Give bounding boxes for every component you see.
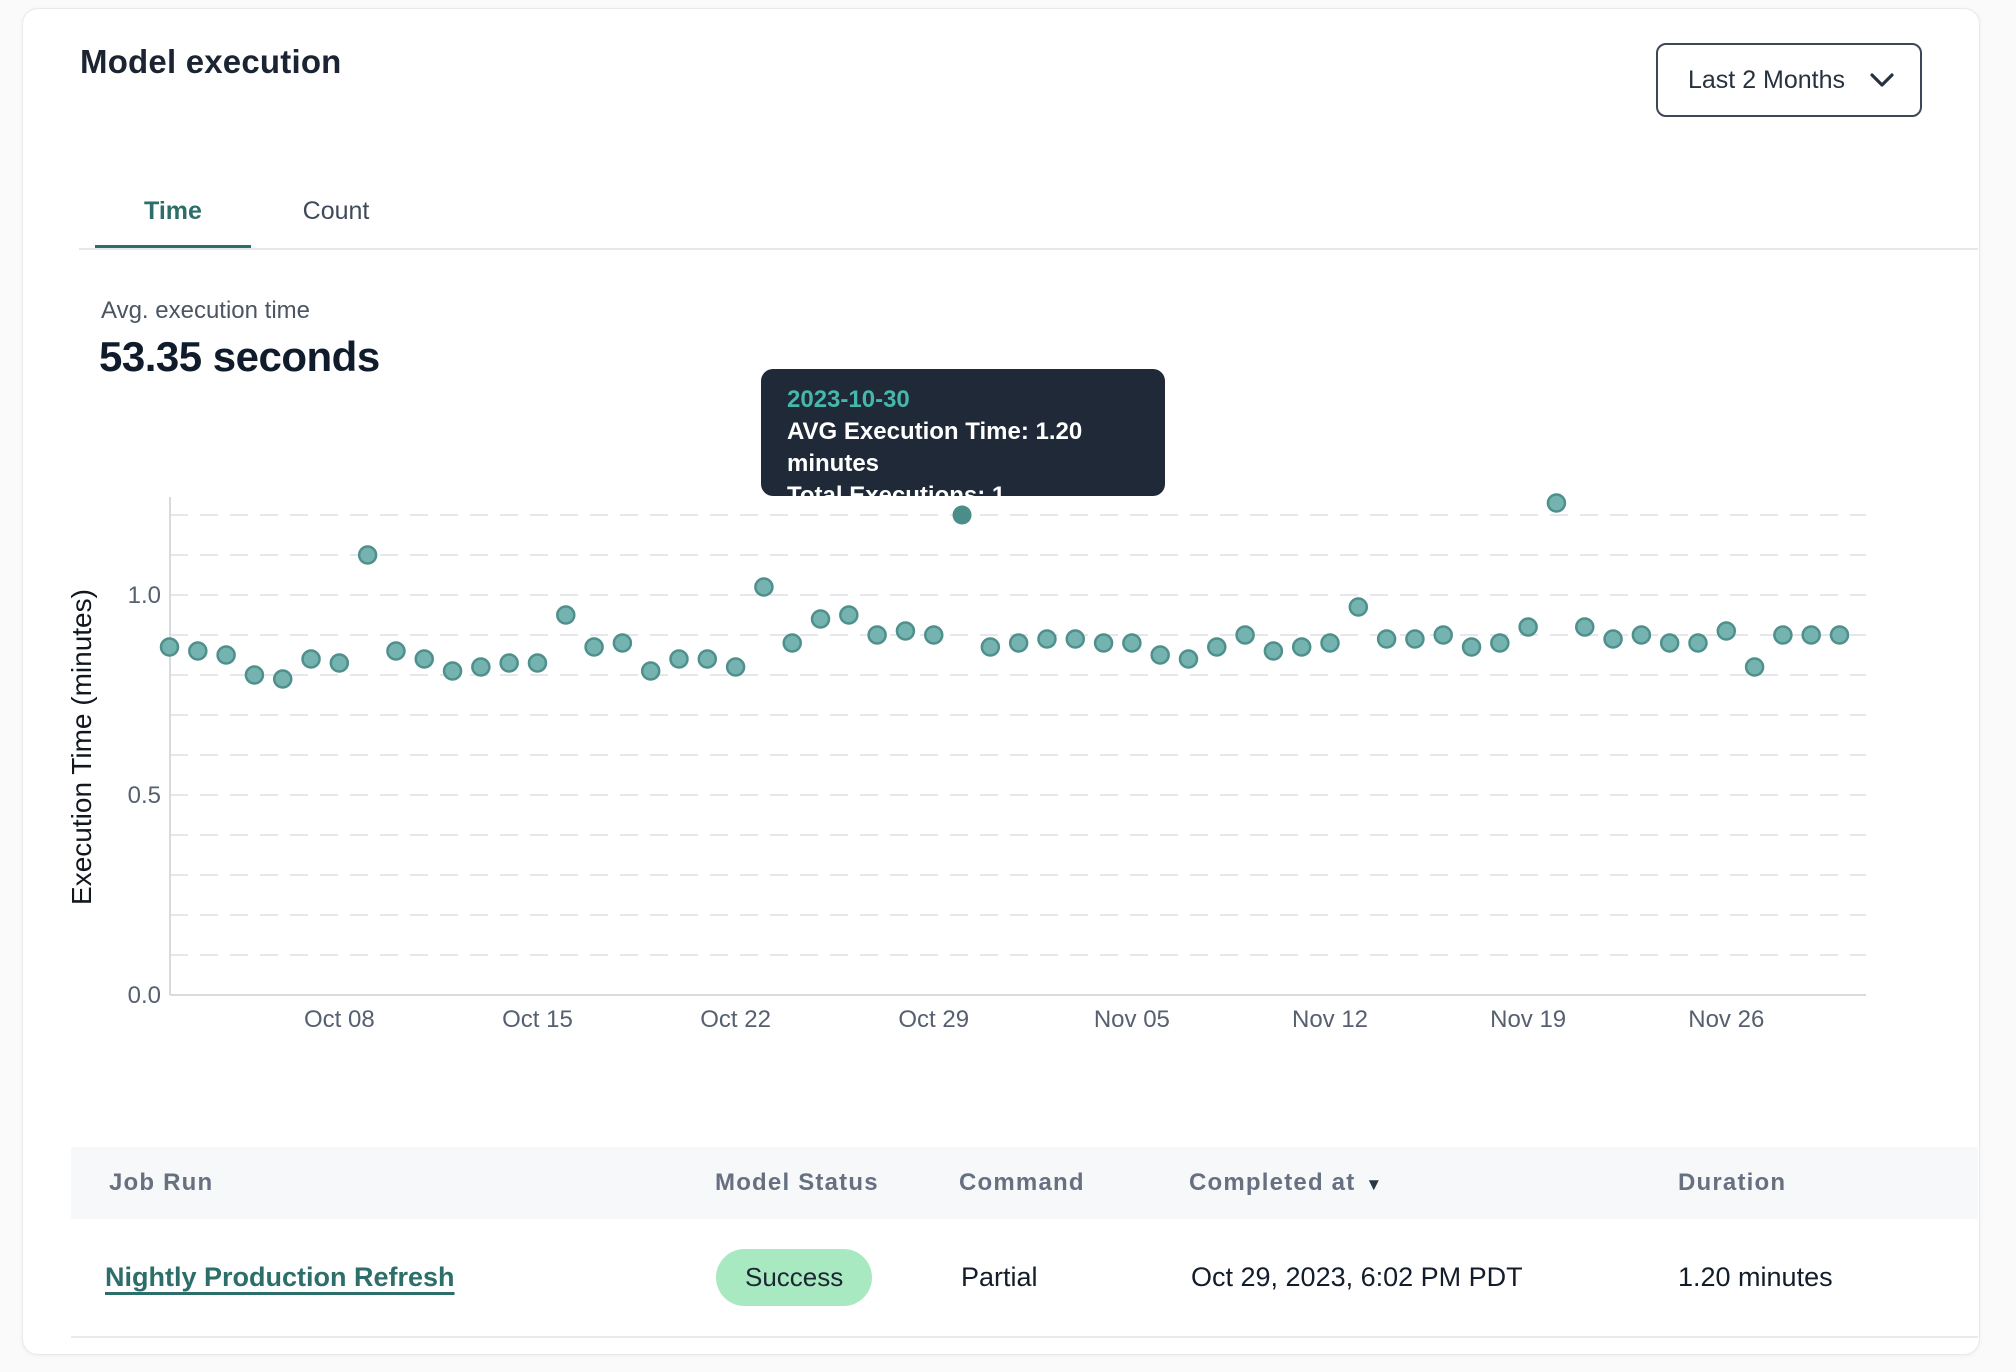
col-header-completed-at[interactable]: Completed at▼: [1189, 1147, 1382, 1219]
data-point[interactable]: [784, 635, 801, 652]
data-point[interactable]: [1746, 659, 1763, 676]
x-tick-label: Nov 19: [1490, 1006, 1566, 1033]
data-point[interactable]: [755, 579, 772, 596]
x-tick-label: Nov 05: [1094, 1006, 1170, 1033]
tooltip-date: 2023-10-30: [787, 384, 1139, 416]
data-point[interactable]: [840, 607, 857, 624]
data-point[interactable]: [1831, 627, 1848, 644]
chart-tabs: Time Count: [95, 187, 421, 245]
data-point[interactable]: [586, 639, 603, 656]
data-point[interactable]: [1491, 635, 1508, 652]
data-point[interactable]: [444, 663, 461, 680]
execution-time-scatter-chart: 0.0 0.5 1.0 Oct 08 Oct 15 Oct 22 Oct 29 Nov 05 N…: [23, 449, 2016, 1059]
data-point[interactable]: [1463, 639, 1480, 656]
y-tick-label: 1.0: [128, 582, 161, 609]
date-range-value: Last 2 Months: [1688, 66, 1845, 95]
data-point[interactable]: [246, 667, 263, 684]
data-point[interactable]: [218, 647, 235, 664]
data-point[interactable]: [359, 547, 376, 564]
data-point[interactable]: [1067, 631, 1084, 648]
data-point[interactable]: [1774, 627, 1791, 644]
tabs-divider: [79, 248, 1978, 250]
job-run-link[interactable]: Nightly Production Refresh: [105, 1262, 455, 1292]
x-tick-label: Oct 29: [898, 1006, 969, 1033]
data-point[interactable]: [1010, 635, 1027, 652]
data-point[interactable]: [642, 663, 659, 680]
y-axis-title: Execution Time (minutes): [66, 589, 97, 905]
x-tick-label: Nov 12: [1292, 1006, 1368, 1033]
data-point[interactable]: [303, 651, 320, 668]
status-badge: Success: [716, 1249, 872, 1306]
col-header-command: Command: [959, 1147, 1085, 1219]
x-tick-label: Oct 15: [502, 1006, 573, 1033]
data-point[interactable]: [501, 655, 518, 672]
data-point[interactable]: [1293, 639, 1310, 656]
data-point[interactable]: [812, 611, 829, 628]
data-point[interactable]: [1322, 635, 1339, 652]
col-header-duration: Duration: [1678, 1147, 1786, 1219]
data-point[interactable]: [1576, 619, 1593, 636]
data-point[interactable]: [699, 651, 716, 668]
avg-execution-time-value: 53.35 seconds: [99, 333, 380, 381]
col-header-model-status: Model Status: [715, 1147, 879, 1219]
data-point[interactable]: [982, 639, 999, 656]
date-range-dropdown[interactable]: Last 2 Months: [1656, 43, 1922, 117]
data-point[interactable]: [1605, 631, 1622, 648]
model-execution-card: Model execution Last 2 Months Time Count…: [22, 8, 1980, 1355]
data-point[interactable]: [331, 655, 348, 672]
data-point[interactable]: [1406, 631, 1423, 648]
x-tick-label: Nov 26: [1688, 1006, 1764, 1033]
data-point[interactable]: [1661, 635, 1678, 652]
data-point[interactable]: [1689, 635, 1706, 652]
data-point[interactable]: [1123, 635, 1140, 652]
y-tick-label: 0.5: [128, 782, 161, 809]
data-point[interactable]: [1208, 639, 1225, 656]
data-point[interactable]: [869, 627, 886, 644]
tab-count[interactable]: Count: [251, 187, 421, 245]
data-point[interactable]: [1095, 635, 1112, 652]
data-point[interactable]: [161, 639, 178, 656]
data-point[interactable]: [189, 643, 206, 660]
chevron-down-icon: [1870, 73, 1894, 88]
data-point[interactable]: [1803, 627, 1820, 644]
y-tick-label: 0.0: [128, 982, 161, 1009]
data-point[interactable]: [1633, 627, 1650, 644]
data-point[interactable]: [670, 651, 687, 668]
data-point[interactable]: [416, 651, 433, 668]
data-point[interactable]: [1520, 619, 1537, 636]
data-point[interactable]: [387, 643, 404, 660]
data-point[interactable]: [1237, 627, 1254, 644]
data-point[interactable]: [557, 607, 574, 624]
data-point[interactable]: [1548, 495, 1565, 512]
duration-cell: 1.20 minutes: [1678, 1219, 1833, 1336]
page-title: Model execution: [80, 43, 342, 81]
table-row: Nightly Production Refresh Success Parti…: [71, 1219, 1978, 1338]
tab-time[interactable]: Time: [95, 187, 251, 245]
data-point[interactable]: [1350, 599, 1367, 616]
avg-execution-time-label: Avg. execution time: [101, 297, 310, 325]
data-point[interactable]: [1152, 647, 1169, 664]
model-execution-page: Model execution Last 2 Months Time Count…: [0, 0, 2016, 1372]
data-point[interactable]: [925, 627, 942, 644]
data-point[interactable]: [274, 671, 291, 688]
col-header-job-run: Job Run: [109, 1147, 213, 1219]
x-tick-label: Oct 08: [304, 1006, 375, 1033]
completed-at-cell: Oct 29, 2023, 6:02 PM PDT: [1191, 1219, 1523, 1336]
data-point[interactable]: [1718, 623, 1735, 640]
data-point[interactable]: [897, 623, 914, 640]
data-point[interactable]: [1180, 651, 1197, 668]
data-point[interactable]: [614, 635, 631, 652]
data-point[interactable]: [1435, 627, 1452, 644]
sort-desc-icon: ▼: [1365, 1175, 1382, 1194]
data-point[interactable]: [472, 659, 489, 676]
data-point[interactable]: [1038, 631, 1055, 648]
job-runs-table-header: Job Run Model Status Command Completed a…: [71, 1147, 1978, 1219]
command-cell: Partial: [961, 1219, 1038, 1336]
x-tick-label: Oct 22: [700, 1006, 771, 1033]
data-point[interactable]: [1378, 631, 1395, 648]
data-point[interactable]: [529, 655, 546, 672]
data-point[interactable]: [1265, 643, 1282, 660]
highlighted-data-point[interactable]: [953, 506, 972, 525]
data-point[interactable]: [727, 659, 744, 676]
